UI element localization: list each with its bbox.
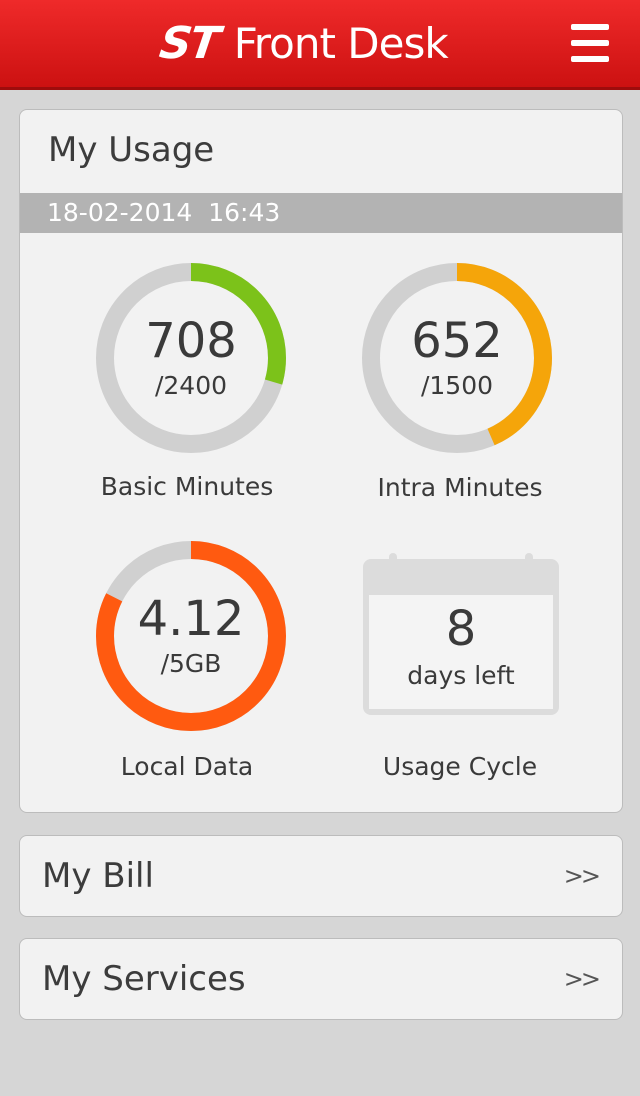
intra-minutes-label: Intra Minutes bbox=[377, 473, 543, 502]
usage-date-bar: 18-02-2014 16:43 bbox=[20, 193, 622, 233]
intra-minutes-gauge[interactable]: 652 /1500 bbox=[360, 261, 554, 455]
my-bill-label: My Bill bbox=[42, 856, 154, 896]
basic-minutes-label: Basic Minutes bbox=[100, 472, 274, 501]
my-services-button[interactable]: My Services >> bbox=[19, 938, 623, 1020]
days-left-text: days left bbox=[407, 661, 515, 690]
logo-mark: ST bbox=[156, 17, 222, 69]
usage-time: 16:43 bbox=[208, 198, 281, 227]
local-data-label: Local Data bbox=[120, 752, 254, 781]
chevron-right-icon: >> bbox=[563, 862, 601, 890]
chevron-right-icon: >> bbox=[563, 965, 601, 993]
calendar-body: 8 days left bbox=[369, 595, 553, 709]
calendar-icon[interactable]: 8 days left bbox=[363, 553, 559, 715]
app-header: ST Front Desk bbox=[0, 0, 640, 90]
calendar-ring-right bbox=[525, 553, 533, 567]
gauge-value: 4.12 bbox=[137, 591, 245, 647]
app-title: Front Desk bbox=[233, 18, 449, 68]
usage-cycle-label: Usage Cycle bbox=[382, 752, 538, 781]
basic-minutes-gauge[interactable]: 708 /2400 bbox=[94, 261, 288, 455]
gauge-value: 652 bbox=[411, 313, 503, 369]
app-logo: ST Front Desk bbox=[156, 18, 449, 69]
gauge-value: 708 bbox=[145, 313, 237, 369]
days-left-count: 8 bbox=[445, 601, 477, 657]
my-usage-card: My Usage 18-02-2014 16:43 708 /2400 Basi… bbox=[19, 109, 623, 813]
gauge-total: /1500 bbox=[420, 371, 494, 400]
local-data-gauge[interactable]: 4.12 /5GB bbox=[94, 539, 288, 733]
calendar-ring-left bbox=[389, 553, 397, 567]
my-bill-button[interactable]: My Bill >> bbox=[19, 835, 623, 917]
gauge-total: /5GB bbox=[160, 649, 222, 678]
my-services-label: My Services bbox=[42, 959, 246, 999]
usage-date: 18-02-2014 bbox=[47, 198, 193, 227]
usage-title: My Usage bbox=[48, 130, 215, 170]
hamburger-menu-icon[interactable] bbox=[568, 22, 612, 66]
gauge-total: /2400 bbox=[154, 371, 228, 400]
